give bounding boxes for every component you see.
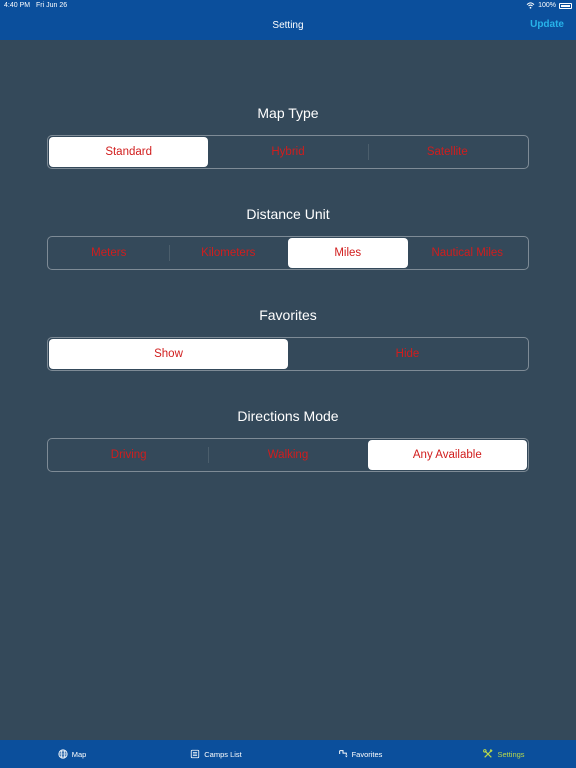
tab-bar: Map Camps List Favorites Settings bbox=[0, 740, 576, 768]
status-right: 100% bbox=[526, 2, 572, 9]
directions-mode-title: Directions Mode bbox=[237, 408, 339, 424]
battery-icon bbox=[559, 2, 572, 9]
map-type-control: Standard Hybrid Satellite bbox=[47, 135, 529, 169]
status-bar: 4:40 PM Fri Jun 26 100% bbox=[0, 0, 576, 12]
wifi-icon bbox=[526, 2, 535, 9]
distance-unit-title: Distance Unit bbox=[246, 206, 330, 222]
tab-favorites[interactable]: Favorites bbox=[288, 740, 432, 768]
favorites-title: Favorites bbox=[259, 307, 317, 323]
tab-camps-list-label: Camps List bbox=[204, 749, 242, 759]
segment-satellite[interactable]: Satellite bbox=[367, 137, 527, 167]
status-time: 4:40 PM bbox=[4, 2, 31, 9]
tab-settings-label: Settings bbox=[497, 749, 525, 759]
distance-unit-control: Meters Kilometers Miles Nautical Miles bbox=[47, 236, 529, 270]
segment-standard[interactable]: Standard bbox=[49, 137, 209, 167]
directions-mode-control: Driving Walking Any Available bbox=[47, 438, 529, 472]
map-type-title: Map Type bbox=[257, 105, 319, 121]
tools-icon bbox=[483, 749, 494, 758]
page-title: Setting bbox=[272, 20, 304, 31]
segment-kilometers[interactable]: Kilometers bbox=[168, 238, 289, 268]
status-date: Fri Jun 26 bbox=[36, 2, 68, 9]
list-icon bbox=[191, 749, 200, 759]
segment-walking[interactable]: Walking bbox=[208, 440, 367, 470]
tab-map-label: Map bbox=[71, 749, 87, 759]
battery-percent: 100% bbox=[538, 2, 556, 9]
favorites-icon bbox=[338, 750, 348, 758]
segment-nautical-miles[interactable]: Nautical Miles bbox=[408, 238, 528, 268]
segment-any-available[interactable]: Any Available bbox=[367, 440, 527, 470]
update-button[interactable]: Update bbox=[530, 19, 564, 30]
segment-meters[interactable]: Meters bbox=[49, 238, 169, 268]
segment-driving[interactable]: Driving bbox=[49, 440, 208, 470]
tab-camps-list[interactable]: Camps List bbox=[144, 740, 288, 768]
globe-icon bbox=[58, 749, 68, 759]
segment-show[interactable]: Show bbox=[49, 339, 288, 369]
tab-favorites-label: Favorites bbox=[351, 749, 383, 759]
segment-hybrid[interactable]: Hybrid bbox=[208, 137, 367, 167]
tab-map[interactable]: Map bbox=[0, 740, 144, 768]
tab-settings[interactable]: Settings bbox=[432, 740, 576, 768]
segment-hide[interactable]: Hide bbox=[288, 339, 527, 369]
favorites-control: Show Hide bbox=[47, 337, 529, 371]
segment-miles[interactable]: Miles bbox=[288, 238, 408, 268]
navigation-bar: Setting Update bbox=[0, 12, 576, 40]
